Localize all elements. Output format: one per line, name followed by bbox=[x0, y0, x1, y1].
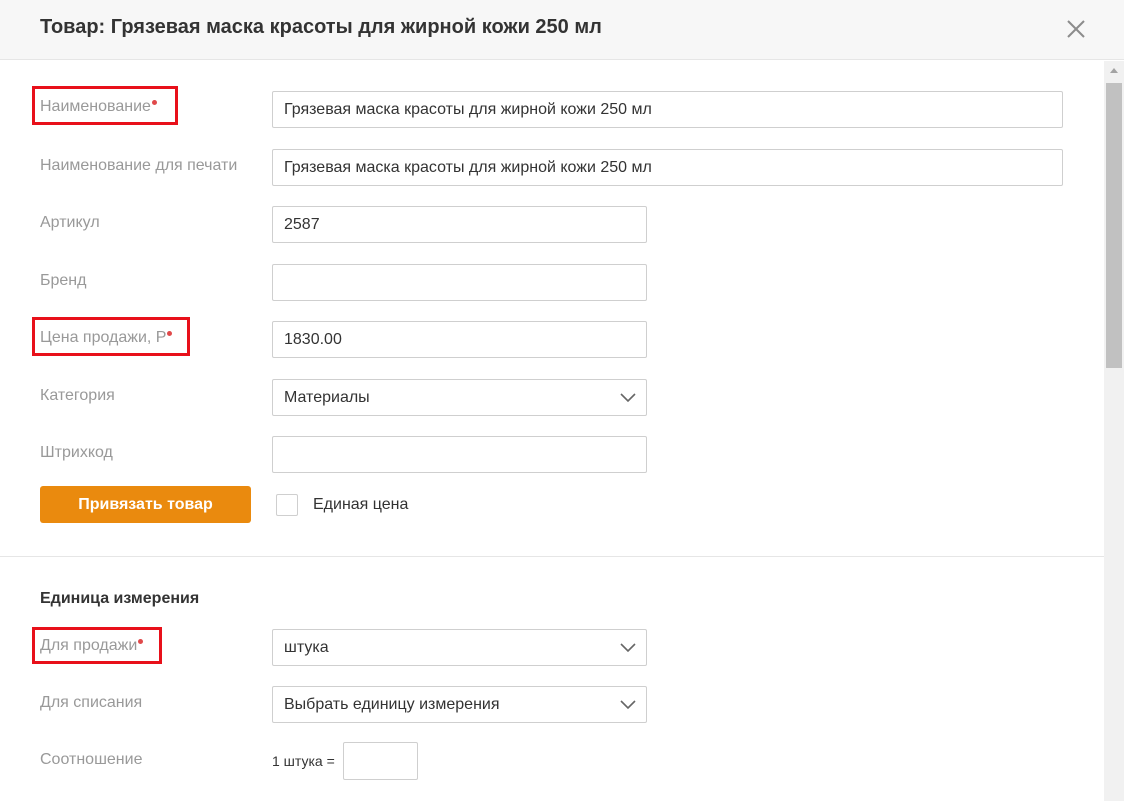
for-sale-label-highlight bbox=[32, 627, 162, 664]
print-name-label: Наименование для печати bbox=[40, 157, 238, 174]
bind-product-button[interactable]: Привязать товар bbox=[40, 486, 251, 523]
category-label: Категория bbox=[40, 387, 115, 404]
scroll-up-arrow-icon[interactable] bbox=[1110, 68, 1118, 73]
close-button[interactable] bbox=[1063, 16, 1089, 42]
barcode-input[interactable] bbox=[272, 436, 647, 473]
barcode-label: Штрихкод bbox=[40, 444, 113, 461]
brand-input[interactable] bbox=[272, 264, 647, 301]
name-label-highlight bbox=[32, 86, 178, 125]
ratio-prefix: 1 штука = bbox=[272, 753, 335, 769]
vertical-scrollbar[interactable] bbox=[1104, 61, 1124, 801]
close-icon bbox=[1067, 20, 1085, 38]
section-divider bbox=[0, 556, 1104, 557]
scrollbar-thumb[interactable] bbox=[1106, 83, 1122, 368]
for-sale-unit-select[interactable]: штука bbox=[272, 629, 647, 666]
price-input[interactable]: 1830.00 bbox=[272, 321, 647, 358]
single-price-checkbox[interactable] bbox=[276, 494, 298, 516]
units-section-title: Единица измерения bbox=[40, 590, 200, 607]
article-input[interactable]: 2587 bbox=[272, 206, 647, 243]
category-value: Материалы bbox=[284, 389, 370, 406]
ratio-input[interactable] bbox=[343, 742, 418, 780]
for-writeoff-label: Для списания bbox=[40, 694, 143, 711]
article-label: Артикул bbox=[40, 214, 100, 231]
for-writeoff-unit-select[interactable]: Выбрать единицу измерения bbox=[272, 686, 647, 723]
price-label-highlight bbox=[32, 317, 190, 356]
category-select[interactable]: Материалы bbox=[272, 379, 647, 416]
chevron-down-icon bbox=[620, 643, 636, 653]
for-writeoff-unit-value: Выбрать единицу измерения bbox=[284, 696, 500, 713]
dialog-title: Товар: Грязевая маска красоты для жирной… bbox=[40, 16, 602, 38]
single-price-label: Единая цена bbox=[313, 496, 409, 513]
brand-label: Бренд bbox=[40, 272, 87, 289]
name-input[interactable]: Грязевая маска красоты для жирной кожи 2… bbox=[272, 91, 1063, 128]
for-sale-unit-value: штука bbox=[284, 639, 329, 656]
dialog-content: Наименование Грязевая маска красоты для … bbox=[0, 61, 1104, 801]
dialog-header: Товар: Грязевая маска красоты для жирной… bbox=[0, 0, 1124, 60]
ratio-label: Соотношение bbox=[40, 751, 143, 768]
print-name-input[interactable]: Грязевая маска красоты для жирной кожи 2… bbox=[272, 149, 1063, 186]
chevron-down-icon bbox=[620, 393, 636, 403]
chevron-down-icon bbox=[620, 700, 636, 710]
